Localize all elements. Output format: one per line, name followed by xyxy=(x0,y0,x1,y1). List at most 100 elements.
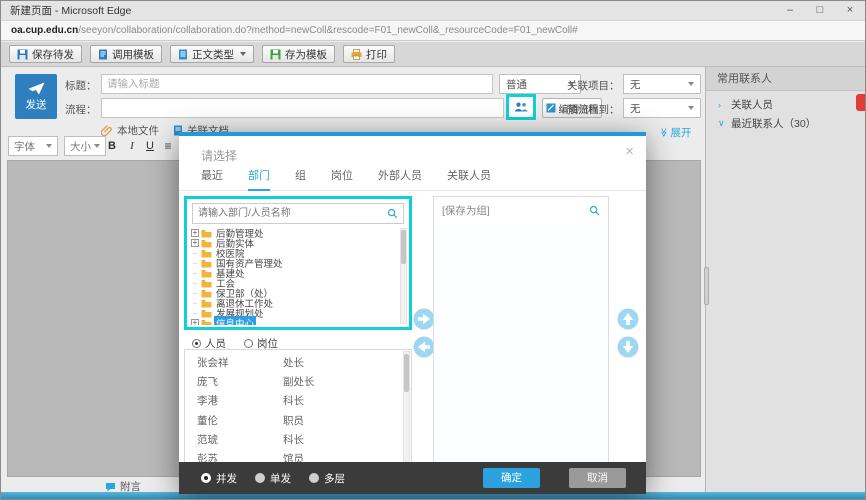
contact-item[interactable] xyxy=(734,134,865,145)
sidebar-collapse-grip[interactable] xyxy=(704,267,709,305)
send-button[interactable]: 发送 xyxy=(15,74,57,119)
maximize-button[interactable]: □ xyxy=(805,1,835,20)
expand-plus-icon[interactable] xyxy=(191,319,199,325)
search-icon[interactable] xyxy=(387,208,398,219)
contact-item[interactable] xyxy=(734,145,865,156)
speech-bubble-icon xyxy=(105,482,116,492)
address-bar[interactable]: oa.cup.edu.cn/seeyon/collaboration/colla… xyxy=(1,20,865,41)
contact-item[interactable] xyxy=(734,224,865,235)
use-template-button[interactable]: 调用模板 xyxy=(90,45,162,63)
people-picker-button[interactable] xyxy=(514,102,528,112)
person-row[interactable]: 庞飞 副处长 xyxy=(185,372,411,391)
contact-item[interactable] xyxy=(734,257,865,268)
send-mode-radio[interactable]: 并发 xyxy=(201,471,237,486)
underline-button[interactable]: U xyxy=(141,136,159,156)
window-titlebar: 新建页面 - Microsoft Edge – □ × xyxy=(1,1,865,20)
dialog-tab[interactable]: 部门 xyxy=(248,169,270,191)
radio-icon xyxy=(192,339,201,348)
people-scrollbar[interactable] xyxy=(403,351,410,464)
contact-item[interactable] xyxy=(734,458,865,469)
contact-item[interactable] xyxy=(734,403,865,414)
chevron-down-icon: ∨ xyxy=(718,118,725,129)
dialog-tab[interactable]: 外部人员 xyxy=(378,169,422,191)
person-row[interactable]: 李港 科长 xyxy=(185,391,411,410)
dialog-close-button[interactable]: × xyxy=(625,143,634,160)
contact-item[interactable] xyxy=(734,201,865,212)
chevron-down-icon xyxy=(688,82,694,86)
move-up-button[interactable] xyxy=(617,308,639,330)
expand-link[interactable]: ≫ 展开 xyxy=(659,125,691,140)
move-left-button[interactable] xyxy=(413,336,435,358)
bold-button[interactable]: B xyxy=(103,136,121,156)
dialog-tab[interactable]: 关联人员 xyxy=(447,169,491,191)
save-draft-button[interactable]: 保存待发 xyxy=(9,45,82,63)
related-project-select[interactable]: 无 xyxy=(623,74,701,94)
italic-button[interactable]: I xyxy=(123,136,141,156)
move-right-button[interactable] xyxy=(413,308,435,330)
contact-item[interactable] xyxy=(734,369,865,380)
save-as-template-button[interactable]: 存为模板 xyxy=(262,45,335,63)
dialog-tab[interactable]: 岗位 xyxy=(331,169,353,191)
people-scrollbar-thumb[interactable] xyxy=(404,354,409,392)
person-row[interactable]: 张会祥 处长 xyxy=(185,353,411,372)
close-window-button[interactable]: × xyxy=(835,1,865,20)
align-button[interactable] xyxy=(159,136,177,156)
radio-icon xyxy=(255,473,265,483)
send-mode-radio[interactable]: 多层 xyxy=(309,471,345,486)
dialog-tab[interactable]: 组 xyxy=(295,169,306,191)
tree-search-box xyxy=(192,203,404,224)
font-size-select[interactable]: 大小 xyxy=(64,136,106,156)
tree-item[interactable]: 信息中心 xyxy=(191,318,398,325)
search-icon[interactable] xyxy=(589,205,600,216)
body-type-button[interactable]: 正文类型 xyxy=(170,45,254,63)
person-row[interactable]: 范琥 科长 xyxy=(185,430,411,449)
contact-item[interactable] xyxy=(734,168,865,179)
expand-plus-icon[interactable] xyxy=(191,239,199,247)
contact-item[interactable] xyxy=(734,156,865,167)
contact-item[interactable] xyxy=(734,335,865,346)
tree-search-input[interactable] xyxy=(193,207,387,220)
print-button[interactable]: 打印 xyxy=(343,45,395,63)
contact-item[interactable] xyxy=(734,324,865,335)
folder-icon xyxy=(201,229,212,238)
contact-item[interactable] xyxy=(734,279,865,290)
prearchive-select[interactable]: 无 xyxy=(623,98,701,118)
person-row[interactable]: 董伦 职员 xyxy=(185,411,411,430)
contact-item[interactable] xyxy=(734,380,865,391)
expand-plus-icon[interactable] xyxy=(191,229,199,237)
tree-scrollbar[interactable] xyxy=(400,228,407,324)
cancel-button[interactable]: 取消 xyxy=(569,468,626,488)
send-mode-radio[interactable]: 单发 xyxy=(255,471,291,486)
title-input[interactable] xyxy=(101,74,493,94)
contact-item[interactable] xyxy=(734,347,865,358)
contact-item[interactable] xyxy=(734,190,865,201)
contact-item[interactable] xyxy=(734,246,865,257)
related-people-group[interactable]: › 关联人员 xyxy=(706,95,865,114)
department-tree-panel: 后勤管理处 后勤实体 校医院 国有资产管理处 xyxy=(184,196,412,330)
contact-item[interactable] xyxy=(734,179,865,190)
contact-item[interactable] xyxy=(734,212,865,223)
dialog-tab[interactable]: 最近 xyxy=(201,169,223,191)
contact-item[interactable] xyxy=(734,391,865,402)
contact-item[interactable] xyxy=(734,302,865,313)
contact-item[interactable] xyxy=(734,436,865,447)
contact-item[interactable] xyxy=(734,235,865,246)
contact-item[interactable] xyxy=(734,268,865,279)
minimize-button[interactable]: – xyxy=(775,1,805,20)
save-as-group-label: [保存为组] xyxy=(442,203,490,218)
contact-item[interactable] xyxy=(734,313,865,324)
recent-contacts-group[interactable]: ∨ 最近联系人（30） xyxy=(706,114,865,133)
contact-item[interactable] xyxy=(734,414,865,425)
tree-scrollbar-thumb[interactable] xyxy=(401,230,406,264)
department-tree: 后勤管理处 后勤实体 校医院 国有资产管理处 xyxy=(191,228,398,325)
select-people-dialog: 请选择 × 最近部门组岗位外部人员关联人员 后勤管理处 xyxy=(179,132,646,494)
contact-item[interactable] xyxy=(734,291,865,302)
flow-input[interactable] xyxy=(101,98,504,118)
move-down-button[interactable] xyxy=(617,336,639,358)
related-project-label: 关联项目： xyxy=(567,78,620,93)
contact-item[interactable] xyxy=(734,447,865,458)
confirm-button[interactable]: 确定 xyxy=(483,468,540,488)
font-family-select[interactable]: 字体 xyxy=(8,136,58,156)
contact-item[interactable] xyxy=(734,425,865,436)
contact-item[interactable] xyxy=(734,358,865,369)
